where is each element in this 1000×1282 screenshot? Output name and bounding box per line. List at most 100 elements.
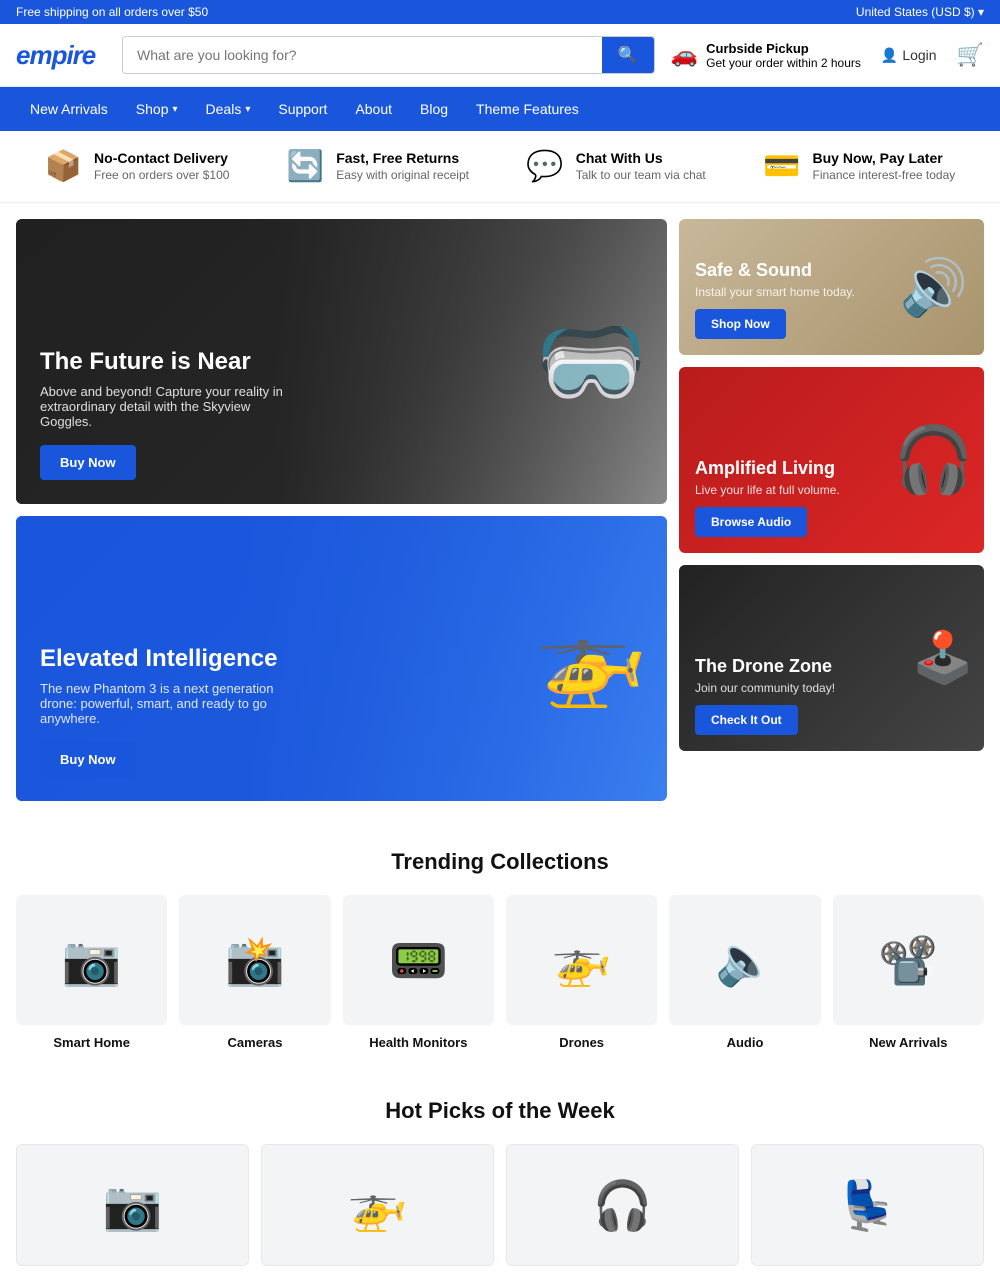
audio-title: Amplified Living	[695, 458, 840, 479]
vr-title: The Future is Near	[40, 348, 290, 376]
search-input[interactable]	[123, 37, 602, 73]
nav-about[interactable]: About	[341, 87, 406, 131]
login-button[interactable]: 👤 Login	[881, 47, 937, 64]
login-label: Login	[902, 47, 936, 63]
collection-audio-image: 🔈	[669, 895, 820, 1025]
nav-new-arrivals[interactable]: New Arrivals	[16, 87, 122, 131]
drone-zone-title: The Drone Zone	[695, 656, 835, 677]
hot-pick-4-image: 💺	[752, 1145, 983, 1265]
collection-smart-home-image: 📷	[16, 895, 167, 1025]
logo[interactable]: empire	[16, 40, 106, 71]
drone-desc: The new Phantom 3 is a next generation d…	[40, 681, 290, 726]
collection-health-label: Health Monitors	[343, 1035, 494, 1050]
vr-cta-button[interactable]: Buy Now	[40, 445, 136, 480]
collections-grid: 📷 Smart Home 📸 Cameras 📟 Health Monitors…	[16, 895, 984, 1050]
pay-later-icon: 💳	[763, 149, 800, 184]
smart-home-desc: Install your smart home today.	[695, 285, 855, 299]
collection-new-arrivals-image: 📽️	[833, 895, 984, 1025]
drone-zone-cta-button[interactable]: Check It Out	[695, 705, 798, 735]
info-returns: 🔄 Fast, Free Returns Easy with original …	[287, 149, 469, 184]
collection-cameras-label: Cameras	[179, 1035, 330, 1050]
top-bar-left: Free shipping on all orders over $50	[16, 5, 208, 19]
collection-drones-label: Drones	[506, 1035, 657, 1050]
collection-drones[interactable]: 🚁 Drones	[506, 895, 657, 1050]
drone-cta-button[interactable]: Buy Now	[40, 742, 136, 777]
curbside-sub: Get your order within 2 hours	[706, 56, 861, 70]
drone-image: 🚁	[535, 606, 647, 711]
nav-support[interactable]: Support	[264, 87, 341, 131]
user-icon: 👤	[881, 47, 898, 64]
hot-pick-3-image: 🎧	[507, 1145, 738, 1265]
info-chat: 💬 Chat With Us Talk to our team via chat	[526, 149, 705, 184]
drone-zone-content: The Drone Zone Join our community today!…	[695, 656, 835, 735]
curbside-text: Curbside Pickup Get your order within 2 …	[706, 41, 861, 70]
pay-later-sub: Finance interest-free today	[813, 168, 956, 182]
smart-home-cta-button[interactable]: Shop Now	[695, 309, 786, 339]
audio-desc: Live your life at full volume.	[695, 483, 840, 497]
vr-desc: Above and beyond! Capture your reality i…	[40, 384, 290, 429]
top-bar: Free shipping on all orders over $50 Uni…	[0, 0, 1000, 24]
trending-collections-section: Trending Collections 📷 Smart Home 📸 Came…	[0, 817, 1000, 1066]
audio-image: 🎧	[893, 422, 974, 498]
curbside-title: Curbside Pickup	[706, 41, 861, 56]
hot-picks-title: Hot Picks of the Week	[16, 1098, 984, 1124]
side-banner-audio: 🎧 Amplified Living Live your life at ful…	[679, 367, 984, 553]
hero-banner-vr: 🥽 The Future is Near Above and beyond! C…	[16, 219, 667, 504]
top-bar-right[interactable]: United States (USD $) ▾	[856, 5, 984, 19]
vr-content: The Future is Near Above and beyond! Cap…	[40, 348, 290, 480]
smart-home-content: Safe & Sound Install your smart home tod…	[695, 260, 855, 339]
chat-icon: 💬	[526, 149, 563, 184]
collection-smart-home-label: Smart Home	[16, 1035, 167, 1050]
nav-shop[interactable]: Shop ▾	[122, 87, 192, 131]
chat-sub: Talk to our team via chat	[576, 168, 706, 182]
collection-cameras-image: 📸	[179, 895, 330, 1025]
vr-image: 🥽	[535, 309, 647, 414]
collection-new-arrivals[interactable]: 📽️ New Arrivals	[833, 895, 984, 1050]
header: empire 🔍 🚗 Curbside Pickup Get your orde…	[0, 24, 1000, 87]
side-banner-drone-zone: 🕹️ The Drone Zone Join our community tod…	[679, 565, 984, 751]
hero-banners-left: 🥽 The Future is Near Above and beyond! C…	[16, 219, 667, 801]
no-contact-icon: 📦	[45, 149, 82, 184]
header-right: 🚗 Curbside Pickup Get your order within …	[671, 41, 984, 70]
hot-pick-1-image: 📷	[17, 1145, 248, 1265]
deals-arrow-icon: ▾	[245, 104, 250, 115]
main-nav: New Arrivals Shop ▾ Deals ▾ Support Abou…	[0, 87, 1000, 131]
hero-banner-drone: 🚁 Elevated Intelligence The new Phantom …	[16, 516, 667, 801]
drone-title: Elevated Intelligence	[40, 645, 290, 673]
collection-smart-home[interactable]: 📷 Smart Home	[16, 895, 167, 1050]
drone-content: Elevated Intelligence The new Phantom 3 …	[40, 645, 290, 777]
smart-home-image: 🔊	[894, 253, 974, 321]
pay-later-title: Buy Now, Pay Later	[813, 150, 956, 166]
side-banner-smart-home: 🔊 Safe & Sound Install your smart home t…	[679, 219, 984, 355]
hot-picks-section: Hot Picks of the Week 📷 🚁 🎧 💺	[0, 1066, 1000, 1282]
curbside-pickup[interactable]: 🚗 Curbside Pickup Get your order within …	[671, 41, 861, 70]
hero-banners-right: 🔊 Safe & Sound Install your smart home t…	[679, 219, 984, 801]
search-button[interactable]: 🔍	[602, 37, 654, 73]
shop-arrow-icon: ▾	[173, 104, 178, 115]
chat-title: Chat With Us	[576, 150, 706, 166]
drone-zone-desc: Join our community today!	[695, 681, 835, 695]
hero-section: 🥽 The Future is Near Above and beyond! C…	[0, 203, 1000, 817]
no-contact-sub: Free on orders over $100	[94, 168, 229, 182]
returns-sub: Easy with original receipt	[336, 168, 469, 182]
no-contact-title: No-Contact Delivery	[94, 150, 229, 166]
cart-icon[interactable]: 🛒	[957, 42, 984, 68]
info-bar: 📦 No-Contact Delivery Free on orders ove…	[0, 131, 1000, 203]
collection-audio-label: Audio	[669, 1035, 820, 1050]
audio-cta-button[interactable]: Browse Audio	[695, 507, 807, 537]
returns-icon: 🔄	[287, 149, 324, 184]
search-bar: 🔍	[122, 36, 655, 74]
nav-theme-features[interactable]: Theme Features	[462, 87, 593, 131]
info-no-contact: 📦 No-Contact Delivery Free on orders ove…	[45, 149, 230, 184]
info-pay-later: 💳 Buy Now, Pay Later Finance interest-fr…	[763, 149, 955, 184]
audio-content: Amplified Living Live your life at full …	[695, 458, 840, 537]
drone-zone-image: 🕹️	[912, 629, 974, 688]
nav-deals[interactable]: Deals ▾	[192, 87, 265, 131]
returns-title: Fast, Free Returns	[336, 150, 469, 166]
nav-blog[interactable]: Blog	[406, 87, 462, 131]
collection-cameras[interactable]: 📸 Cameras	[179, 895, 330, 1050]
collection-health-monitors[interactable]: 📟 Health Monitors	[343, 895, 494, 1050]
collection-audio[interactable]: 🔈 Audio	[669, 895, 820, 1050]
smart-home-title: Safe & Sound	[695, 260, 855, 281]
curbside-icon: 🚗	[671, 42, 698, 68]
